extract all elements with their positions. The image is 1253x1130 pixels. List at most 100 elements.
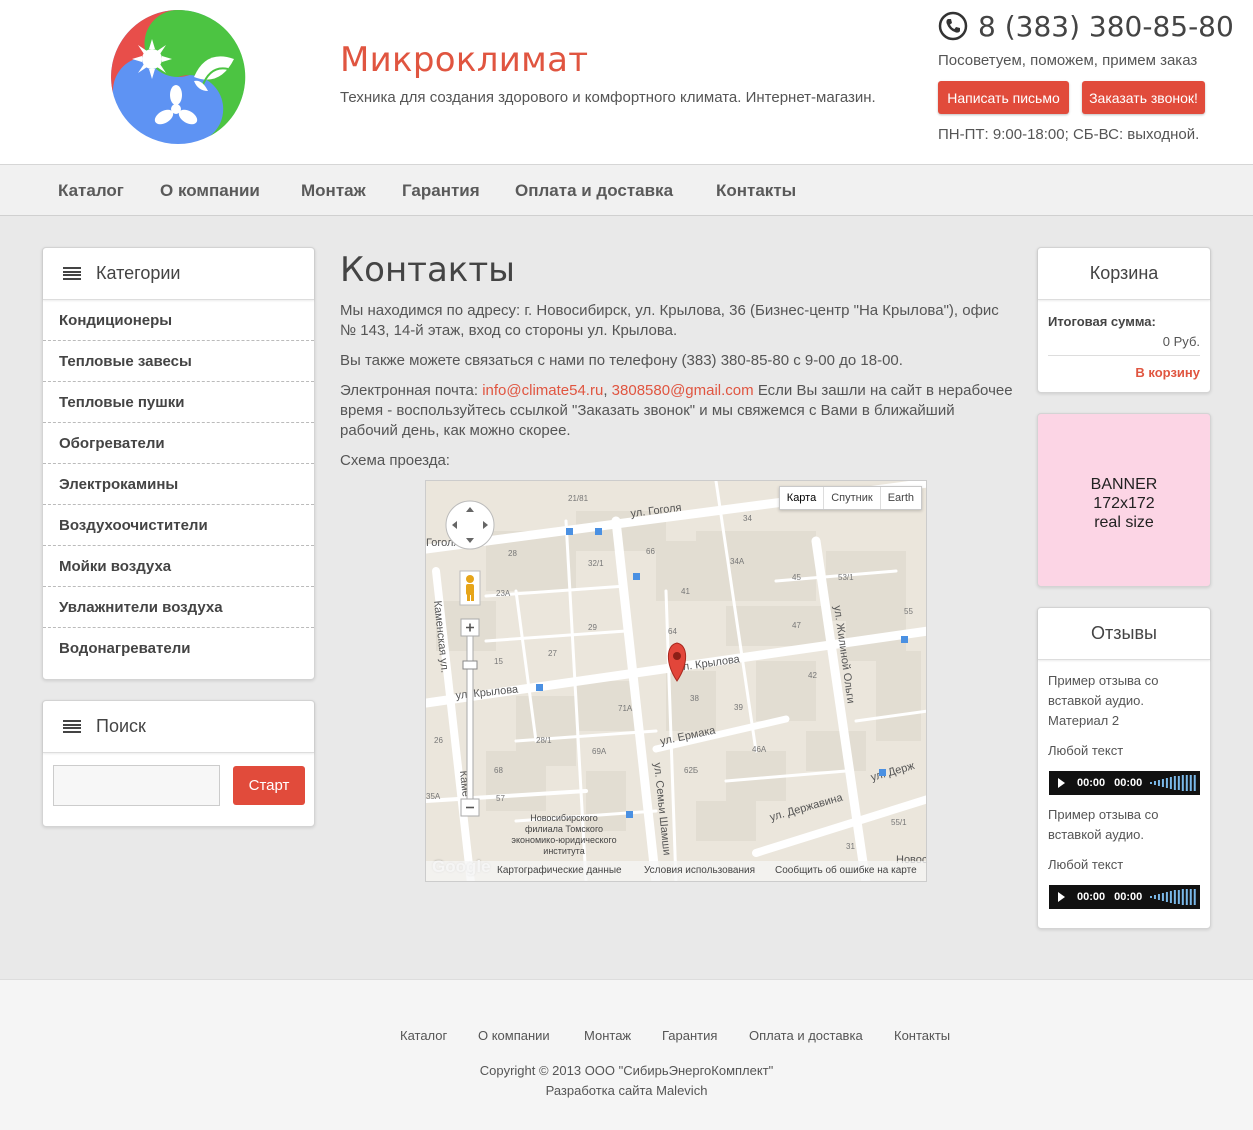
footer-link-contacts[interactable]: Контакты	[894, 1028, 950, 1043]
banner-text: BANNER 172x172 real size	[1038, 475, 1210, 532]
google-map[interactable]: ул. Гоголя ул. Крылова ул. Крылова ул. Е…	[425, 480, 927, 882]
banner-line: BANNER	[1090, 476, 1158, 493]
email-prefix: Электронная почта:	[340, 382, 483, 399]
audio-current-time: 00:00	[1077, 777, 1106, 789]
nav-item-contacts[interactable]: Контакты	[716, 181, 796, 201]
go-to-cart-link[interactable]: В корзину	[1135, 365, 1200, 380]
map-poi-label: Новосибирского	[530, 813, 598, 823]
play-icon[interactable]	[1058, 778, 1065, 788]
divider	[1048, 355, 1200, 356]
category-item[interactable]: Обогреватели	[43, 423, 314, 464]
map-canvas[interactable]: ул. Гоголя ул. Крылова ул. Крылова ул. Е…	[426, 481, 927, 882]
search-title: Поиск	[96, 716, 146, 736]
nav-item-payment-delivery[interactable]: Оплата и доставка	[515, 181, 673, 201]
map-poi-label: филиала Томского	[525, 824, 603, 834]
site-title[interactable]: Микроклимат	[340, 40, 588, 80]
categories-panel: Категории Кондиционеры Тепловые завесы Т…	[42, 247, 315, 680]
map-house-number: 68	[494, 766, 503, 775]
map-house-number: 28/1	[536, 736, 552, 745]
categories-header: Категории	[43, 248, 314, 300]
review-extra: Любой текст	[1048, 857, 1124, 872]
review-text: Пример отзыва со вставкой аудио.	[1048, 807, 1159, 842]
order-call-button[interactable]: Заказать звонок!	[1082, 81, 1205, 114]
menu-icon	[63, 720, 81, 733]
search-input[interactable]	[53, 765, 220, 806]
working-hours: ПН-ПТ: 9:00-18:00; СБ-ВС: выходной.	[938, 126, 1200, 143]
cart-panel: Корзина Итоговая сумма: 0 Руб. В корзину	[1037, 247, 1211, 393]
audio-duration: 00:00	[1114, 777, 1143, 789]
map-house-number: 38	[690, 694, 699, 703]
phone-block: 8 (383) 380-85-80	[938, 8, 1234, 44]
developer-credit[interactable]: Разработка сайта Malevich	[0, 1083, 1253, 1098]
map-house-number: 71А	[618, 704, 633, 713]
category-item[interactable]: Кондиционеры	[43, 300, 314, 341]
search-button[interactable]: Старт	[233, 766, 305, 805]
footer-link-payment-delivery[interactable]: Оплата и доставка	[749, 1028, 863, 1043]
search-header: Поиск	[43, 701, 314, 753]
audio-player: 00:00 00:00	[1049, 771, 1200, 795]
map-report-link[interactable]: Сообщить об ошибке на карте	[775, 865, 917, 876]
map-type-earth[interactable]: Earth	[879, 487, 921, 509]
map-house-number: 32/1	[588, 559, 604, 568]
menu-icon	[63, 267, 81, 280]
map-house-number: 55/1	[891, 818, 907, 827]
header-note: Посоветуем, поможем, примем заказ	[938, 52, 1198, 69]
map-house-number: 28	[508, 549, 517, 558]
map-house-number: 21/81	[568, 494, 589, 503]
category-item[interactable]: Тепловые завесы	[43, 341, 314, 382]
volume-icon[interactable]	[1150, 775, 1200, 791]
map-house-number: 42	[808, 671, 817, 680]
nav-item-about[interactable]: О компании	[160, 181, 260, 201]
footer-link-catalog[interactable]: Каталог	[400, 1028, 447, 1043]
banner-line: 172x172	[1093, 495, 1155, 512]
map-terms-link[interactable]: Условия использования	[644, 865, 755, 876]
nav-item-catalog[interactable]: Каталог	[58, 181, 124, 201]
category-item[interactable]: Электрокамины	[43, 464, 314, 505]
cart-header: Корзина	[1038, 248, 1210, 300]
site-header: Микроклимат Техника для создания здорово…	[0, 0, 1253, 164]
map-house-number: 66	[646, 547, 655, 556]
phone-number: 8 (383) 380-85-80	[978, 9, 1234, 43]
volume-icon[interactable]	[1150, 889, 1200, 905]
phone-text: Вы также можете связаться с нами по теле…	[340, 352, 903, 369]
nav-item-installation[interactable]: Монтаж	[301, 181, 366, 201]
map-house-number: 46А	[752, 745, 767, 754]
map-house-number: 53/1	[838, 573, 854, 582]
category-item[interactable]: Мойки воздуха	[43, 546, 314, 587]
map-pan-control[interactable]	[445, 500, 495, 550]
map-house-number: 35А	[426, 792, 441, 801]
map-data-link[interactable]: Картографические данные	[497, 865, 622, 876]
site-description: Техника для создания здорового и комфорт…	[340, 89, 876, 106]
map-house-number: 34А	[730, 557, 745, 566]
map-house-number: 34	[743, 514, 752, 523]
cart-title: Корзина	[1089, 263, 1159, 283]
phone-icon	[938, 11, 968, 41]
email-text: Электронная почта: info@climate54.ru, 38…	[340, 381, 1015, 441]
map-house-number: 27	[548, 649, 557, 658]
footer-link-installation[interactable]: Монтаж	[584, 1028, 631, 1043]
review-extra: Любой текст	[1048, 743, 1124, 758]
main-nav: Каталог О компании Монтаж Гарантия Оплат…	[0, 164, 1253, 216]
category-item[interactable]: Увлажнители воздуха	[43, 587, 314, 628]
email-link-2[interactable]: 3808580@gmail.com	[612, 382, 754, 399]
map-type-satellite[interactable]: Спутник	[823, 487, 879, 509]
banner-line: real size	[1094, 514, 1154, 531]
banner[interactable]: BANNER 172x172 real size	[1037, 413, 1211, 587]
email-link-1[interactable]: info@climate54.ru	[482, 382, 603, 399]
map-house-number: 45	[792, 573, 801, 582]
map-house-number: 41	[681, 587, 690, 596]
category-item[interactable]: Воздухоочистители	[43, 505, 314, 546]
map-type-map[interactable]: Карта	[780, 487, 823, 509]
play-icon[interactable]	[1058, 892, 1065, 902]
logo-icon[interactable]	[110, 9, 246, 145]
write-letter-button[interactable]: Написать письмо	[938, 81, 1069, 114]
footer-link-warranty[interactable]: Гарантия	[662, 1028, 717, 1043]
map-poi-label: экономико-юридического	[511, 835, 616, 845]
category-item[interactable]: Тепловые пушки	[43, 382, 314, 423]
reviews-panel: Отзывы Пример отзыва со вставкой аудио. …	[1037, 607, 1211, 929]
pegman-icon[interactable]	[459, 570, 481, 606]
footer-link-about[interactable]: О компании	[478, 1028, 550, 1043]
map-house-number: 31	[846, 842, 855, 851]
nav-item-warranty[interactable]: Гарантия	[402, 181, 480, 201]
category-item[interactable]: Водонагреватели	[43, 628, 314, 669]
